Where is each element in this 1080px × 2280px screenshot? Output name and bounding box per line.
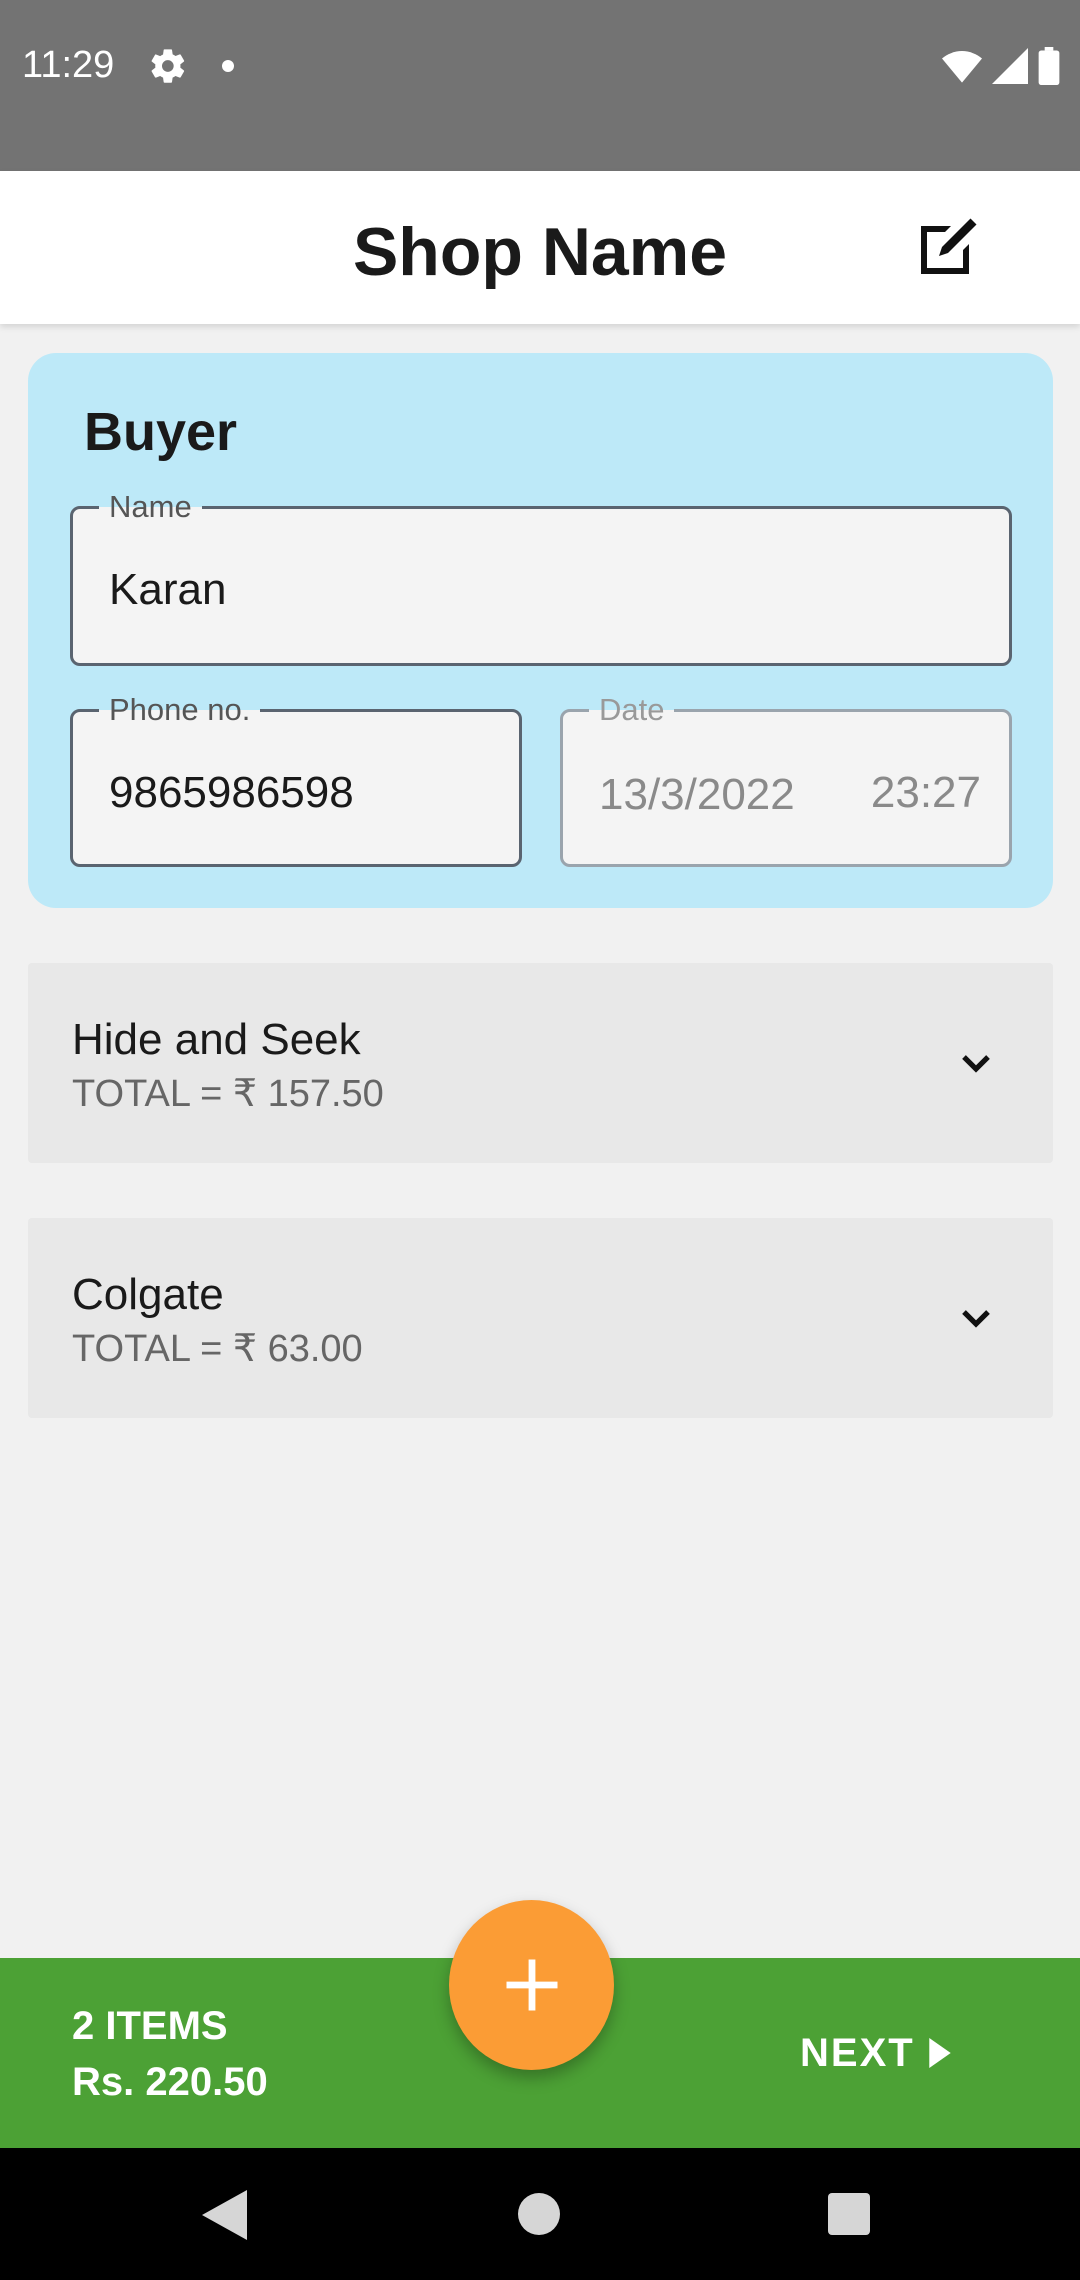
item-card[interactable]: Hide and Seek TOTAL = ₹ 157.50: [28, 963, 1053, 1163]
item-total: TOTAL = ₹ 157.50: [72, 1073, 384, 1115]
phone-field[interactable]: Phone no. 9865986598: [70, 690, 522, 867]
next-label: NEXT: [800, 2030, 915, 2075]
date-value: 13/3/2022: [599, 770, 795, 819]
next-button[interactable]: NEXT: [800, 2028, 951, 2078]
status-icons: [942, 46, 1060, 86]
home-icon[interactable]: [518, 2193, 560, 2235]
signal-icon: [992, 48, 1028, 84]
battery-icon: [1038, 47, 1060, 85]
edit-icon[interactable]: [912, 211, 984, 283]
add-item-button[interactable]: [449, 1900, 614, 2070]
chevron-down-icon[interactable]: [952, 1294, 1000, 1342]
date-label: Date: [589, 690, 675, 730]
item-card[interactable]: Colgate TOTAL = ₹ 63.00: [28, 1218, 1053, 1418]
name-value: Karan: [109, 565, 227, 614]
item-count: 2 ITEMS: [72, 2004, 228, 2048]
item-total: TOTAL = ₹ 63.00: [72, 1328, 363, 1370]
phone-label: Phone no.: [99, 690, 261, 730]
recents-icon[interactable]: [828, 2193, 870, 2235]
phone-value: 9865986598: [109, 768, 354, 817]
settings-gear-icon: [151, 49, 185, 83]
status-bar: 11:29: [0, 0, 1080, 171]
wifi-icon: [942, 51, 982, 83]
app-bar: Shop Name: [0, 171, 1080, 324]
plus-icon: [506, 1959, 557, 2011]
date-field[interactable]: Date 13/3/2022 23:27: [560, 690, 1012, 867]
buyer-card: Buyer Name Karan Phone no. 9865986598 Da…: [28, 353, 1053, 908]
back-icon[interactable]: [202, 2190, 252, 2240]
chevron-down-icon[interactable]: [952, 1039, 1000, 1087]
item-name: Colgate: [72, 1270, 224, 1319]
status-time: 11:29: [22, 44, 115, 86]
system-nav-bar: [0, 2148, 1080, 2280]
buyer-heading: Buyer: [84, 402, 238, 462]
name-field[interactable]: Name Karan: [70, 487, 1012, 666]
total-amount: Rs. 220.50: [72, 2060, 268, 2104]
notification-dot-icon: [222, 60, 234, 72]
play-arrow-icon: [928, 2038, 951, 2068]
item-name: Hide and Seek: [72, 1015, 361, 1064]
name-label: Name: [99, 487, 202, 527]
time-value: 23:27: [870, 768, 981, 817]
